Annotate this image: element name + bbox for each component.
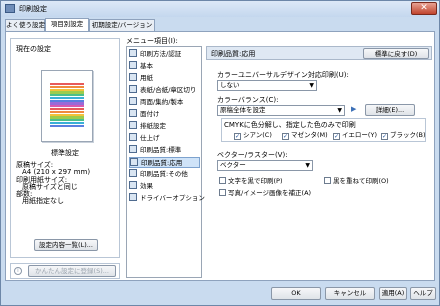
menu-item-effect[interactable]: 効果 [129, 181, 200, 192]
black-text-checkbox[interactable]: 文字を黒で印刷(P) [219, 177, 283, 186]
quality-other-icon [129, 169, 137, 177]
menu-item-driver-option[interactable]: ドライバーオプション [129, 193, 205, 204]
menu-item-paper[interactable]: 用紙 [129, 73, 200, 84]
quality-standard-icon [129, 145, 137, 153]
menu-item-output[interactable]: 排紙設定 [129, 121, 200, 132]
chevron-down-icon: ▼ [337, 107, 342, 114]
menu-list[interactable]: 印刷方法/認証 基本 用紙 表紙/合紙/章区切り 両面/集約/製本 面付け 排紙… [126, 46, 205, 278]
setting-name: 標準設定 [51, 149, 79, 157]
arrow-right-icon: ▶ [351, 105, 357, 113]
checkbox-icon [324, 177, 331, 184]
current-settings-label: 現在の設定 [16, 45, 51, 53]
checkbox-checked-icon: ✓ [381, 133, 388, 140]
window-title: 印刷設定 [19, 5, 47, 13]
menu-label: メニュー項目(I): [126, 37, 178, 45]
menu-item-quality-other[interactable]: 印刷品質:その他 [129, 169, 200, 180]
output-icon [129, 121, 137, 129]
settings-list-button[interactable]: 設定内容一覧(L)... [34, 239, 98, 251]
print-method-icon [129, 49, 137, 57]
black-checkbox[interactable]: ✓ ブラック(B) [381, 131, 426, 140]
cancel-button[interactable]: キャンセル [325, 287, 375, 300]
menu-item-finish[interactable]: 仕上げ [129, 133, 200, 144]
preview-stripe [50, 124, 84, 127]
duplex-icon [129, 97, 137, 105]
section-title: 印刷品質:応用 [211, 50, 256, 58]
page-preview [41, 70, 93, 142]
tab-panel: 現在の設定 標準設定 原稿サイズ: A4 (210 x 297 mm) 印刷用紙… [5, 31, 435, 281]
tab-favorites[interactable]: よく使う設定 [5, 19, 45, 31]
tab-detailed-settings[interactable]: 項目別設定 [45, 18, 89, 31]
basic-icon [129, 61, 137, 69]
universal-design-select[interactable]: しない ▼ [217, 80, 317, 91]
vector-raster-select[interactable]: ベクター ▼ [217, 160, 313, 171]
cyan-checkbox[interactable]: ✓ シアン(C) [234, 131, 272, 140]
magenta-checkbox[interactable]: ✓ マゼンタ(M) [282, 131, 328, 140]
section-header: 印刷品質:応用 標準に戻す(D) [206, 46, 432, 60]
universal-design-label: カラーユニバーサルデザイン対応印刷(U): [217, 71, 349, 79]
vector-raster-label: ベクター/ラスター(V): [217, 151, 288, 159]
menu-item-duplex[interactable]: 両面/集約/製本 [129, 97, 200, 108]
driver-option-icon [129, 193, 137, 201]
checkbox-checked-icon: ✓ [333, 133, 340, 140]
menu-item-cover[interactable]: 表紙/合紙/章区切り [129, 85, 200, 96]
reset-default-button[interactable]: 標準に戻す(D) [363, 48, 429, 59]
checkbox-icon [219, 189, 226, 196]
info-icon: i [14, 267, 22, 275]
close-button[interactable]: ✕ [411, 2, 437, 15]
checkbox-icon [219, 177, 226, 184]
tab-defaults-version[interactable]: 初期設定/バージョン [89, 19, 155, 31]
chevron-down-icon: ▼ [305, 162, 310, 169]
checkbox-checked-icon: ✓ [234, 133, 241, 140]
menu-item-imposition[interactable]: 面付け [129, 109, 200, 120]
checkbox-checked-icon: ✓ [282, 133, 289, 140]
print-settings-window: 印刷設定 ✕ よく使う設定 項目別設定 初期設定/バージョン 現在の設定 標準設… [0, 0, 440, 306]
color-stripes [50, 83, 84, 129]
printer-icon [5, 4, 15, 13]
color-balance-label: カラーバランス(C): [217, 96, 279, 104]
register-quick-setting-button[interactable]: かんたん設定に登録(S)... [28, 265, 116, 277]
menu-item-quality-advanced[interactable]: 印刷品質:応用 [129, 157, 200, 168]
ok-button[interactable]: OK [271, 287, 321, 300]
apply-button[interactable]: 適用(A) [379, 287, 407, 300]
detail-line: 用紙指定なし [22, 197, 64, 205]
menu-item-quality-standard[interactable]: 印刷品質:標準 [129, 145, 200, 156]
menu-item-basic[interactable]: 基本 [129, 61, 200, 72]
finish-icon [129, 133, 137, 141]
paper-icon [129, 73, 137, 81]
quality-advanced-icon [130, 158, 138, 166]
yellow-checkbox[interactable]: ✓ イエロー(Y) [333, 131, 377, 140]
color-balance-select[interactable]: 原稿全体を設定 ▼ [217, 105, 345, 116]
black-overprint-checkbox[interactable]: 黒を重ねて印刷(O) [324, 177, 389, 186]
cover-icon [129, 85, 137, 93]
imposition-icon [129, 109, 137, 117]
photo-correction-checkbox[interactable]: 写真/イメージ画像を補正(A) [219, 189, 311, 198]
menu-item-print-method[interactable]: 印刷方法/認証 [129, 49, 200, 60]
help-button[interactable]: ヘルプ [410, 287, 436, 300]
details-button[interactable]: 詳細(E)... [365, 104, 415, 116]
effect-icon [129, 181, 137, 189]
title-bar: 印刷設定 ✕ [1, 1, 439, 17]
chevron-down-icon: ▼ [309, 82, 314, 89]
